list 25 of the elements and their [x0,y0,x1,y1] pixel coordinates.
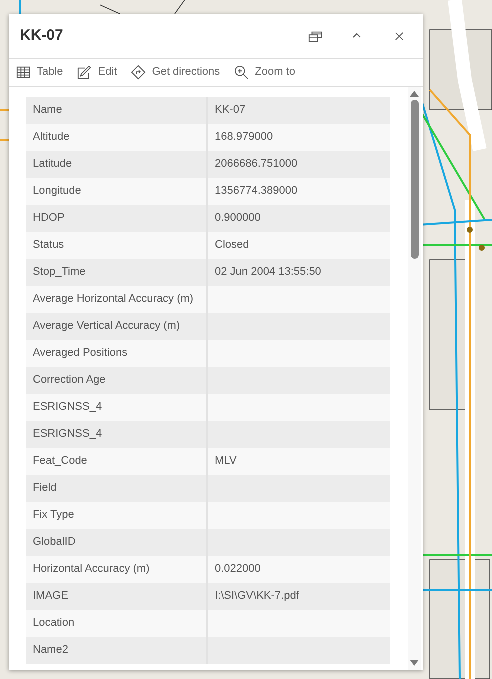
scroll-up-icon[interactable] [410,91,419,97]
field-value-cell-text: 1356774.389000 [214,184,299,200]
pencil-icon [77,65,92,80]
field-value-cell-text: 0.022000 [214,562,262,578]
field-value-cell-text: 168.979000 [214,130,274,146]
field-name-cell: Name2 [26,637,208,664]
popup-title: KK-07 [20,26,64,46]
toolbar-button[interactable]: Table [16,64,64,81]
field-value-cell-text: Closed [214,238,250,254]
field-value-cell-text: 0.900000 [214,211,262,226]
table-icon [16,65,31,80]
zoom-icon [234,65,250,80]
field-value-cell-text: 2066686.751000 [214,157,299,172]
toolbar-button[interactable]: Edit [77,64,118,81]
field-value-cell-text: 02 Jun 2004 13:55:50 [214,265,322,280]
scroll-down-icon[interactable] [410,660,419,666]
field-value-cell-text: KK-07 [214,103,247,118]
directions-icon [131,65,146,80]
scrollbar-thumb[interactable] [410,100,418,259]
scrollbar[interactable] [408,87,421,670]
field-value-cell-text: I:\SI\GV\KK-7.pdf [214,589,300,604]
close-icon [394,32,404,40]
toolbar-button[interactable]: Get directions [131,64,220,81]
field-value-cell-text: MLV [214,454,238,470]
toolbar-button[interactable]: Zoom to [234,64,296,81]
